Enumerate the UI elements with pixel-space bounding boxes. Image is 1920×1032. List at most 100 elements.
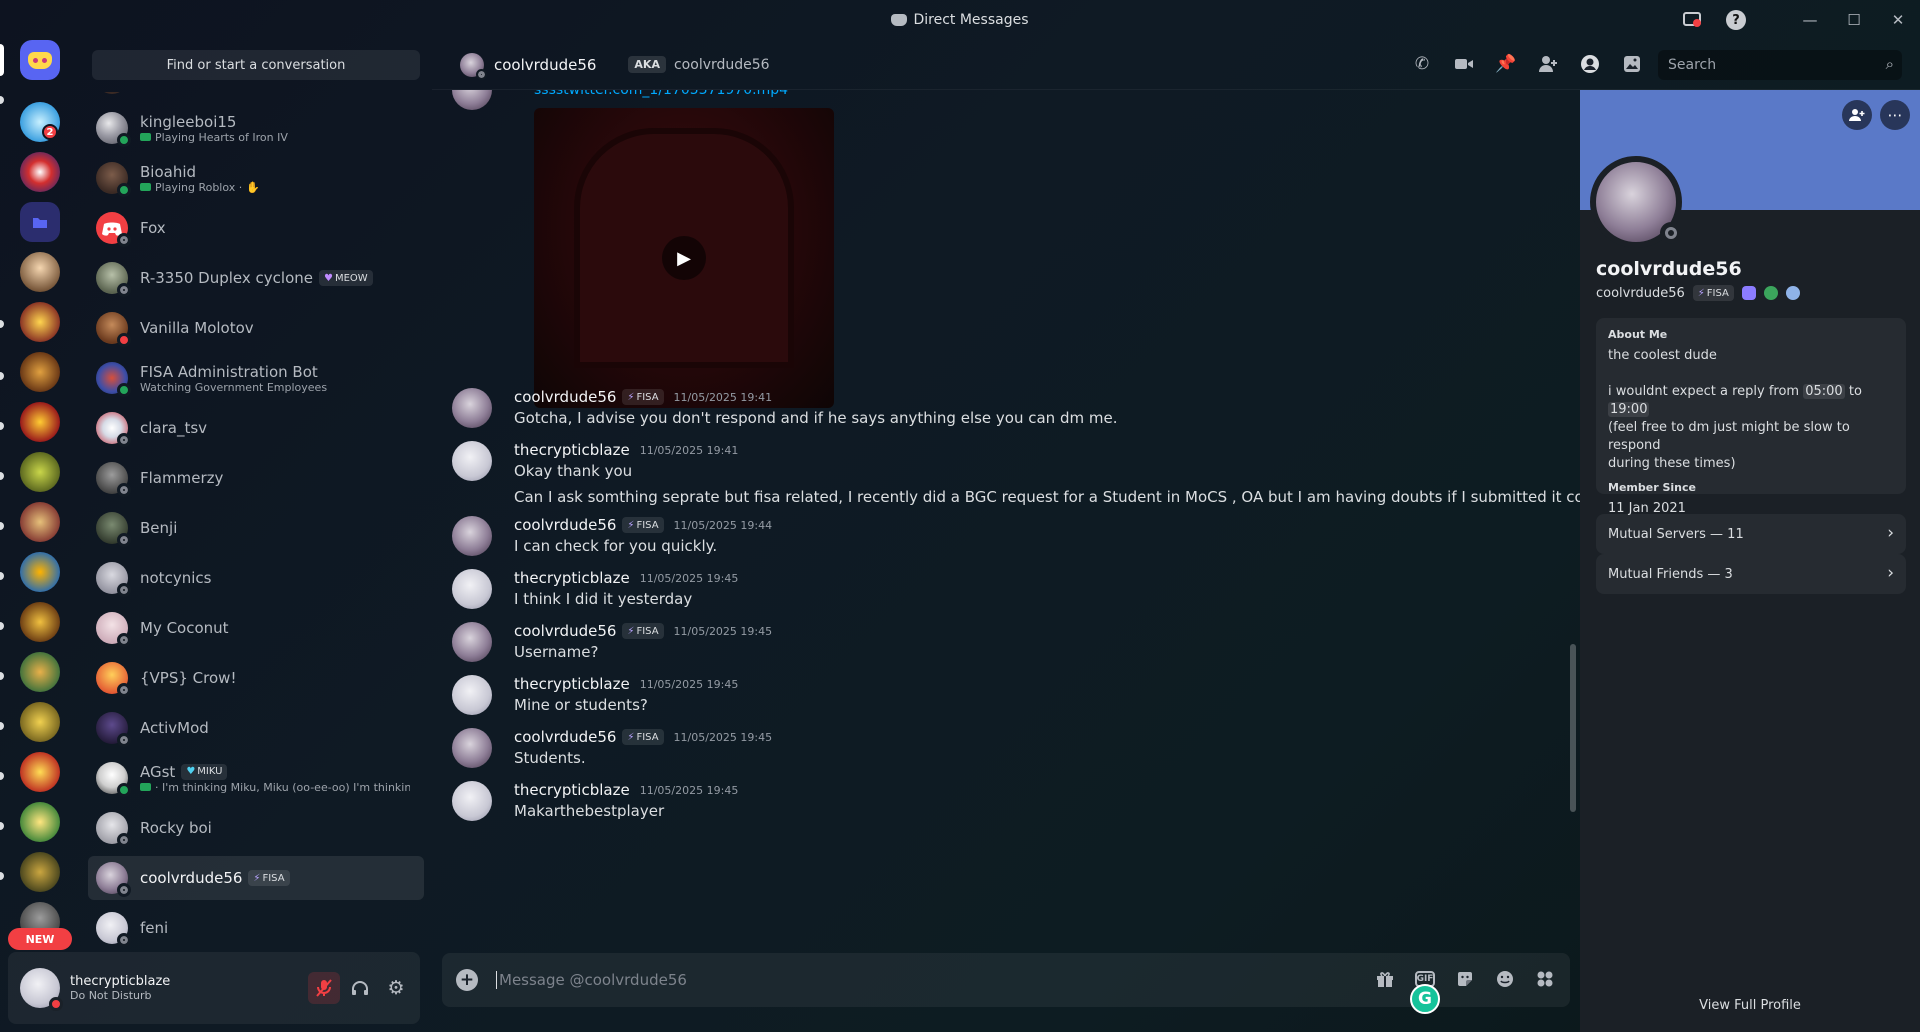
more-options-icon[interactable]: ⋯ [1880, 100, 1910, 130]
add-friends-to-dm-icon[interactable] [1536, 52, 1560, 76]
message-author[interactable]: coolvrdude56 [514, 622, 616, 640]
hashtag-badge-icon[interactable] [1763, 286, 1778, 300]
apps-icon[interactable] [1534, 968, 1556, 990]
server-icon[interactable] [20, 602, 60, 642]
play-icon[interactable]: ▶ [662, 236, 706, 280]
message-author[interactable]: thecrypticblaze [514, 441, 630, 459]
mute-microphone-button[interactable] [308, 972, 340, 1004]
new-unreads-pill[interactable]: NEW [8, 928, 72, 950]
home-button[interactable] [20, 40, 60, 80]
minimize-icon[interactable]: — [1788, 0, 1832, 40]
server-icon[interactable] [20, 452, 60, 492]
avatar [452, 90, 492, 110]
mutual-servers-button[interactable]: Mutual Servers — 11 › [1596, 514, 1906, 554]
dm-item[interactable]: FISA Administration Bot Watching Governm… [88, 356, 424, 400]
unread-dot [0, 772, 4, 780]
video-call-icon[interactable] [1452, 52, 1476, 76]
upload-plus-icon[interactable]: + [456, 969, 478, 991]
message-author[interactable]: coolvrdude56 [514, 728, 616, 746]
close-icon[interactable]: ✕ [1876, 0, 1920, 40]
avatar[interactable] [452, 675, 492, 715]
timestamp-chip[interactable]: 19:00 [1608, 402, 1650, 417]
avatar [96, 912, 131, 947]
message-input[interactable] [496, 971, 1296, 989]
gift-icon[interactable] [1374, 968, 1396, 990]
grammarly-icon[interactable]: G [1410, 984, 1440, 1014]
discord-default-avatar-icon [102, 222, 122, 236]
server-icon[interactable] [20, 702, 60, 742]
dm-item[interactable]: ActivMod [88, 706, 424, 750]
message-author[interactable]: thecrypticblaze [514, 675, 630, 693]
avatar[interactable] [452, 622, 492, 662]
server-icon[interactable] [20, 152, 60, 192]
deafen-button[interactable] [344, 972, 376, 1004]
emoji-icon[interactable] [1494, 968, 1516, 990]
maximize-icon[interactable]: ☐ [1832, 0, 1876, 40]
message-author[interactable]: thecrypticblaze [514, 569, 630, 587]
server-icon[interactable] [20, 852, 60, 892]
server-icon[interactable] [20, 752, 60, 792]
dm-item[interactable]: AGst ♥ MIKU · I'm thinking Miku, Miku (oo-… [88, 756, 424, 800]
server-folder[interactable] [20, 202, 60, 242]
avatar[interactable] [452, 388, 492, 428]
user-panel: thecrypticblaze Do Not Disturb ⚙ [8, 952, 420, 1024]
message-scrollbar[interactable] [1570, 94, 1576, 988]
attachment-link[interactable]: sssstwitter.com_1/1705371970.mp4 [534, 90, 788, 98]
user-profile-panel: ⋯ coolvrdude56 coolvrdude56 ⚡ FISA About … [1580, 90, 1920, 1032]
chat-recipient-name[interactable]: coolvrdude56 [494, 56, 596, 74]
dm-item[interactable]: My Coconut [88, 606, 424, 650]
timestamp-chip[interactable]: 05:00 [1803, 384, 1845, 399]
dm-item[interactable]: feni [88, 906, 424, 950]
search-input[interactable]: Search ⌕ [1658, 50, 1902, 80]
dm-item[interactable]: clara_tsv [88, 406, 424, 450]
server-icon[interactable] [20, 352, 60, 392]
message-author[interactable]: coolvrdude56 [514, 388, 616, 406]
avatar[interactable] [452, 781, 492, 821]
server-icon[interactable] [20, 502, 60, 542]
voice-call-icon[interactable]: ✆ [1410, 52, 1434, 76]
server-icon[interactable] [20, 402, 60, 442]
user-profile-toggle-icon[interactable] [1578, 52, 1602, 76]
dm-item[interactable]: Vanilla Molotov [88, 306, 424, 350]
scrollbar-thumb[interactable] [1570, 644, 1576, 812]
dm-item-active[interactable]: coolvrdude56 ⚡ FISA [88, 856, 424, 900]
message-author[interactable]: coolvrdude56 [514, 516, 616, 534]
dm-item[interactable]: notcynics [88, 556, 424, 600]
help-icon[interactable]: ? [1714, 0, 1758, 40]
server-icon[interactable] [20, 802, 60, 842]
quest-badge-icon[interactable] [1785, 286, 1800, 300]
nitro-badge-icon[interactable] [1741, 286, 1756, 300]
avatar[interactable] [20, 968, 63, 1011]
dm-item[interactable]: {VPS} Crow! [88, 656, 424, 700]
dm-item[interactable]: Rocky boi [88, 806, 424, 850]
find-conversation-button[interactable]: Find or start a conversation [92, 50, 420, 80]
sticker-icon[interactable] [1454, 968, 1476, 990]
video-attachment[interactable]: ▶ [534, 108, 834, 408]
dm-name: My Coconut [140, 619, 229, 637]
avatar[interactable] [452, 441, 492, 481]
view-full-profile-link[interactable]: View Full Profile [1580, 998, 1920, 1013]
avatar[interactable] [452, 516, 492, 556]
dm-item[interactable]: Fox [88, 206, 424, 250]
dm-item[interactable]: kingleeboi15 Playing Hearts of Iron IV [88, 106, 424, 150]
server-icon[interactable] [20, 302, 60, 342]
server-icon[interactable] [20, 252, 60, 292]
message-author[interactable]: thecrypticblaze [514, 781, 630, 799]
dm-item[interactable] [88, 92, 424, 100]
media-gallery-icon[interactable] [1620, 52, 1644, 76]
avatar[interactable] [452, 728, 492, 768]
mutual-friends-button[interactable]: Mutual Friends — 3 › [1596, 554, 1906, 594]
dm-item[interactable]: Flammerzy [88, 456, 424, 500]
server-icon[interactable] [20, 652, 60, 692]
pinned-messages-icon[interactable]: 📌 [1494, 52, 1518, 76]
avatar[interactable] [452, 569, 492, 609]
add-friend-icon[interactable] [1842, 100, 1872, 130]
dm-item[interactable]: Benji [88, 506, 424, 550]
dm-item[interactable]: Bioahid Playing Roblox · ✋ [88, 156, 424, 200]
inbox-icon[interactable] [1670, 0, 1714, 40]
settings-gear-icon[interactable]: ⚙ [380, 972, 412, 1004]
dm-item[interactable]: R-3350 Duplex cyclone ♥ MEOW [88, 256, 424, 300]
bolt-icon: ⚡ [1697, 287, 1705, 299]
status-indicator [117, 533, 131, 547]
server-icon[interactable] [20, 552, 60, 592]
